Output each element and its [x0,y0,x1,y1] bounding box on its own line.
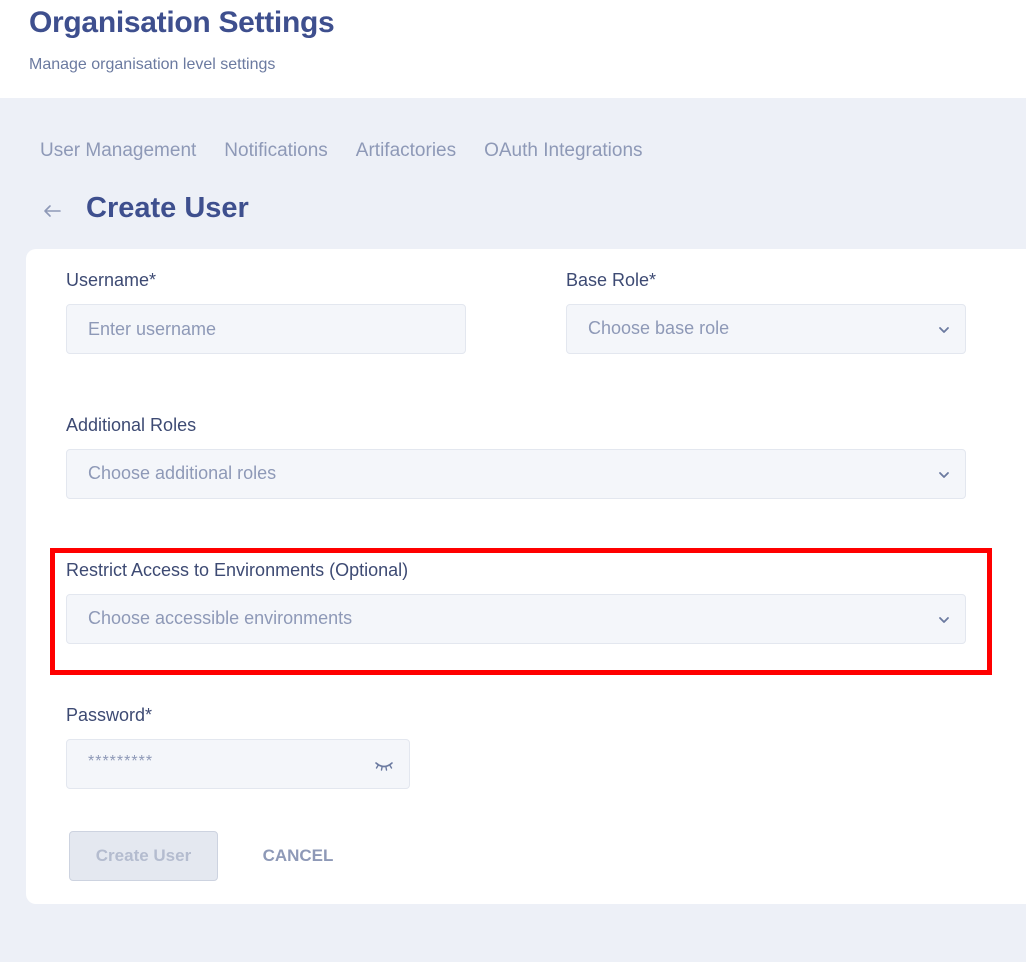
username-field-box [66,304,466,354]
username-input[interactable] [67,305,465,353]
additional-roles-placeholder: Choose additional roles [88,463,277,483]
username-label: Username* [66,270,157,290]
password-field[interactable]: ********* [66,739,410,789]
chevron-down-icon [939,327,949,333]
create-user-button[interactable]: Create User [69,831,218,881]
chevron-down-icon [939,617,949,623]
base-role-label: Base Role* [566,270,657,290]
environments-label: Restrict Access to Environments (Optiona… [66,560,409,580]
tab-artifactories[interactable]: Artifactories [356,140,456,164]
arrow-left-icon[interactable] [40,196,64,226]
form-title: Create User [86,192,249,224]
tab-oauth-integrations[interactable]: OAuth Integrations [484,140,642,164]
chevron-down-icon [939,472,949,478]
base-role-placeholder: Choose base role [588,318,730,338]
tab-notifications[interactable]: Notifications [224,140,328,164]
page-subtitle: Manage organisation level settings [29,56,276,73]
base-role-select[interactable]: Choose base role [566,304,966,354]
eye-closed-icon[interactable] [373,756,395,774]
additional-roles-select[interactable]: Choose additional roles [66,449,966,499]
environments-select[interactable]: Choose accessible environments [66,594,966,644]
password-label: Password* [66,705,153,725]
environments-placeholder: Choose accessible environments [88,608,353,628]
page-title: Organisation Settings [29,6,335,39]
cancel-button[interactable]: CANCEL [246,831,350,881]
tab-user-management[interactable]: User Management [40,140,196,164]
settings-tabs: User Management Notifications Artifactor… [40,140,643,164]
page-header: Organisation Settings Manage organisatio… [0,0,1026,98]
password-value: ********* [88,753,154,770]
additional-roles-label: Additional Roles [66,415,197,435]
